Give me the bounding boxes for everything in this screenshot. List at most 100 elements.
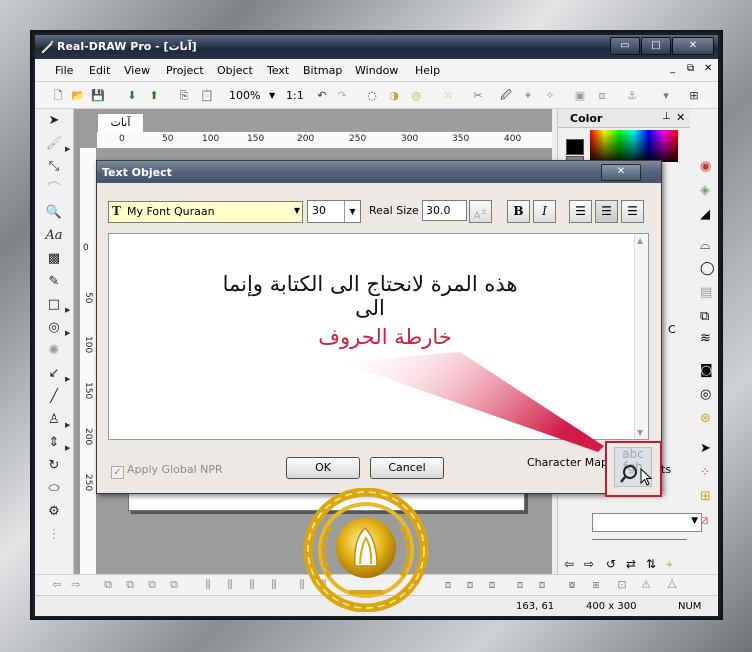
grid-icon[interactable]: ⁙ bbox=[439, 87, 457, 105]
break-icon[interactable]: ⧆ bbox=[589, 578, 603, 592]
character-map-button[interactable]: abc fgh bbox=[605, 441, 662, 497]
arrange-1-icon[interactable]: ⧈ bbox=[441, 578, 455, 592]
lasso-icon[interactable]: ⌒ bbox=[45, 181, 63, 199]
menu-window[interactable]: Window bbox=[355, 64, 398, 77]
font-name-select[interactable]: T My Font Quraan ▼ bbox=[108, 201, 303, 223]
foreground-color-swatch[interactable] bbox=[566, 139, 584, 155]
pen-tool-icon[interactable]: ✎ bbox=[45, 273, 63, 291]
eyedropper-icon[interactable]: 🖉 bbox=[497, 87, 515, 105]
align-right-icon[interactable]: ☰ bbox=[621, 200, 644, 223]
italic-button[interactable]: I bbox=[533, 200, 556, 223]
cancel-button[interactable]: Cancel bbox=[370, 457, 444, 479]
redo-icon[interactable]: ↷ bbox=[333, 87, 351, 105]
minimize-button[interactable]: ▭ bbox=[610, 37, 640, 55]
curve-tool-icon[interactable]: ↙ ▶ bbox=[45, 365, 71, 383]
arrange-5-icon[interactable]: ⧈ bbox=[535, 578, 549, 592]
effects-icon[interactable]: ✧ bbox=[541, 87, 559, 105]
align-4-icon[interactable]: ⧉ bbox=[167, 578, 181, 592]
envelope-tool-icon[interactable]: ⬭ bbox=[45, 480, 63, 498]
save-icon[interactable]: 💾 bbox=[89, 87, 107, 105]
move-right-icon[interactable]: ⇨ bbox=[69, 578, 83, 592]
panel-close-icon[interactable]: ✕ bbox=[676, 111, 685, 124]
shape-add-icon[interactable]: ◌ bbox=[363, 87, 381, 105]
combine-icon[interactable]: ⧇ bbox=[565, 578, 579, 592]
font-spin-button[interactable]: A± bbox=[469, 200, 492, 223]
image-icon[interactable]: ▣ bbox=[571, 87, 589, 105]
maximize-button[interactable]: □ bbox=[641, 37, 671, 55]
bold-button[interactable]: B bbox=[507, 200, 530, 223]
zoom-dropdown-icon[interactable]: ▼ bbox=[269, 91, 275, 100]
align-1-icon[interactable]: ⧉ bbox=[101, 578, 115, 592]
arrange-3-icon[interactable]: ⧈ bbox=[485, 578, 499, 592]
arrange-4-icon[interactable]: ⧈ bbox=[513, 578, 527, 592]
star-tool-icon[interactable]: ✺ bbox=[45, 342, 63, 360]
crop-icon[interactable]: ✂ bbox=[469, 87, 487, 105]
dialog-close-button[interactable]: ✕ bbox=[601, 164, 641, 181]
real-size-field[interactable]: 30.0 bbox=[422, 200, 467, 221]
grayscale-icon[interactable]: ◙ bbox=[700, 363, 713, 378]
import-icon[interactable]: ⬇ bbox=[123, 87, 141, 105]
menu-text[interactable]: Text bbox=[267, 64, 289, 77]
ellipse-icon[interactable]: ◯ bbox=[700, 261, 715, 276]
menu-bitmap[interactable]: Bitmap bbox=[303, 64, 342, 77]
rotate-tool-icon[interactable]: ↻ bbox=[45, 457, 63, 475]
dots-icon[interactable]: ⁘ bbox=[700, 465, 710, 479]
open-folder-icon[interactable]: 📂 bbox=[69, 87, 87, 105]
chevron-down-icon[interactable]: ▼ bbox=[294, 206, 300, 215]
move-left-icon[interactable]: ⇦ bbox=[50, 578, 64, 592]
layers-icon[interactable]: ⧉ bbox=[700, 309, 709, 324]
pointer-icon[interactable]: ➤ bbox=[700, 441, 711, 456]
color-mix-icon[interactable]: ◈ bbox=[700, 183, 710, 198]
toolbar-extra-icon[interactable]: ⊞ bbox=[685, 87, 703, 105]
mirror-icon[interactable]: ⇅ bbox=[646, 557, 656, 571]
grid-select-icon[interactable]: ⊞ bbox=[700, 489, 711, 504]
magic-wand-icon[interactable]: ✦ bbox=[519, 87, 537, 105]
rectangle-tool-icon[interactable]: □ ▶ bbox=[45, 296, 71, 314]
arrange-2-icon[interactable]: ⧈ bbox=[463, 578, 477, 592]
text-input-area[interactable]: هذه المرة لانحتاج الى الكتابة وإنما الى … bbox=[108, 233, 649, 440]
distribute-2-icon[interactable]: ⫼ bbox=[223, 578, 237, 592]
brush-effect-icon[interactable]: ⊛ bbox=[700, 411, 711, 426]
scroll-up-icon[interactable]: ▲ bbox=[637, 236, 643, 245]
select-arrow-icon[interactable]: ➤ bbox=[45, 112, 63, 130]
hand-tool-icon[interactable]: ⋮ bbox=[45, 526, 63, 544]
lock-icon[interactable]: ⊡ bbox=[615, 578, 629, 592]
anchor-icon[interactable]: ⚓ bbox=[623, 87, 641, 105]
distribute-3-icon[interactable]: ⫼ bbox=[245, 578, 259, 592]
flip-icon[interactable]: ⇄ bbox=[626, 557, 636, 571]
panel-slider[interactable] bbox=[592, 539, 687, 548]
menu-file[interactable]: File bbox=[55, 64, 73, 77]
ellipse-tool-icon[interactable]: ◎ ▶ bbox=[45, 319, 70, 337]
hierarchy-icon[interactable]: ⧊ bbox=[665, 578, 679, 592]
fill-tool-icon[interactable]: ♙ ▶ bbox=[45, 411, 70, 429]
settings-tool-icon[interactable]: ⚙ bbox=[45, 503, 63, 521]
color-spectrum[interactable] bbox=[590, 130, 678, 162]
shape-group-icon[interactable]: ◎ bbox=[407, 87, 425, 105]
warning-icon[interactable]: ⚠ bbox=[639, 578, 653, 592]
align-left-icon[interactable]: ☰ bbox=[569, 200, 592, 223]
shape-fill-icon[interactable]: ◑ bbox=[385, 87, 403, 105]
apply-global-npr-checkbox[interactable]: ✓ Apply Global NPR bbox=[111, 463, 223, 479]
distribute-1-icon[interactable]: ⫼ bbox=[201, 578, 215, 592]
mdi-close-button[interactable]: ✕ bbox=[704, 63, 712, 74]
texture-icon[interactable]: ⌓ bbox=[700, 238, 710, 253]
left-arrow-icon[interactable]: ⇦ bbox=[564, 557, 574, 571]
ok-button[interactable]: OK bbox=[286, 457, 360, 479]
chevron-down-icon[interactable]: ▼ bbox=[344, 201, 360, 222]
dialog-title-bar[interactable]: Text Object ✕ bbox=[97, 161, 661, 183]
zoom-level[interactable]: 100% bbox=[229, 89, 260, 102]
export-icon[interactable]: ⬆ bbox=[145, 87, 163, 105]
title-bar[interactable]: Real-DRAW Pro - [آنات] ▭ □ ✕ bbox=[35, 35, 718, 59]
target-icon[interactable]: ◎ bbox=[700, 387, 711, 402]
undo-icon[interactable]: ↶ bbox=[313, 87, 331, 105]
menu-object[interactable]: Object bbox=[217, 64, 253, 77]
scroll-down-icon[interactable]: ▼ bbox=[637, 428, 643, 437]
zoom-ratio-button[interactable]: 1:1 bbox=[286, 89, 304, 102]
toolbar-options-icon[interactable]: ▾ bbox=[657, 87, 675, 105]
pattern-icon[interactable]: ▤ bbox=[700, 285, 712, 300]
menu-view[interactable]: View bbox=[124, 64, 150, 77]
align-3-icon[interactable]: ⧉ bbox=[145, 578, 159, 592]
close-button[interactable]: ✕ bbox=[672, 37, 714, 55]
new-file-icon[interactable]: 🗋 bbox=[49, 87, 67, 105]
paste-icon[interactable]: 📋 bbox=[198, 87, 216, 105]
